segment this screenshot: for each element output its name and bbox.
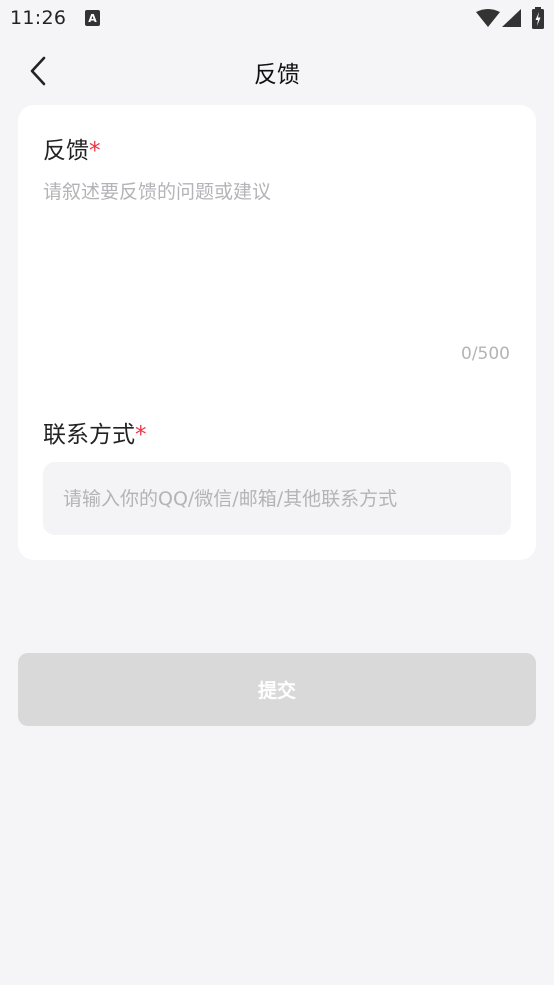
signal-icon [502, 9, 521, 27]
status-time: 11:26 [10, 7, 67, 29]
contact-label: 联系方式* [43, 415, 147, 449]
contact-input[interactable] [43, 462, 511, 535]
char-count: 0/500 [461, 344, 510, 364]
feedback-page: 11:26 A 反馈 反馈* 0/500 联系方式* [0, 0, 554, 985]
feedback-label-text: 反馈 [43, 138, 89, 164]
contact-label-text: 联系方式 [43, 422, 135, 448]
submit-button[interactable]: 提交 [18, 653, 536, 726]
wifi-icon [476, 9, 500, 27]
feedback-label: 反馈* [43, 131, 101, 165]
feedback-card: 反馈* 0/500 联系方式* [18, 105, 536, 560]
a-icon: A [85, 10, 100, 26]
required-mark: * [135, 422, 147, 448]
battery-icon [532, 7, 544, 29]
status-bar: 11:26 A [0, 0, 554, 38]
page-title: 反馈 [254, 62, 300, 88]
header: 反馈 [0, 38, 554, 104]
feedback-textarea[interactable] [43, 177, 511, 337]
required-mark: * [89, 138, 101, 164]
